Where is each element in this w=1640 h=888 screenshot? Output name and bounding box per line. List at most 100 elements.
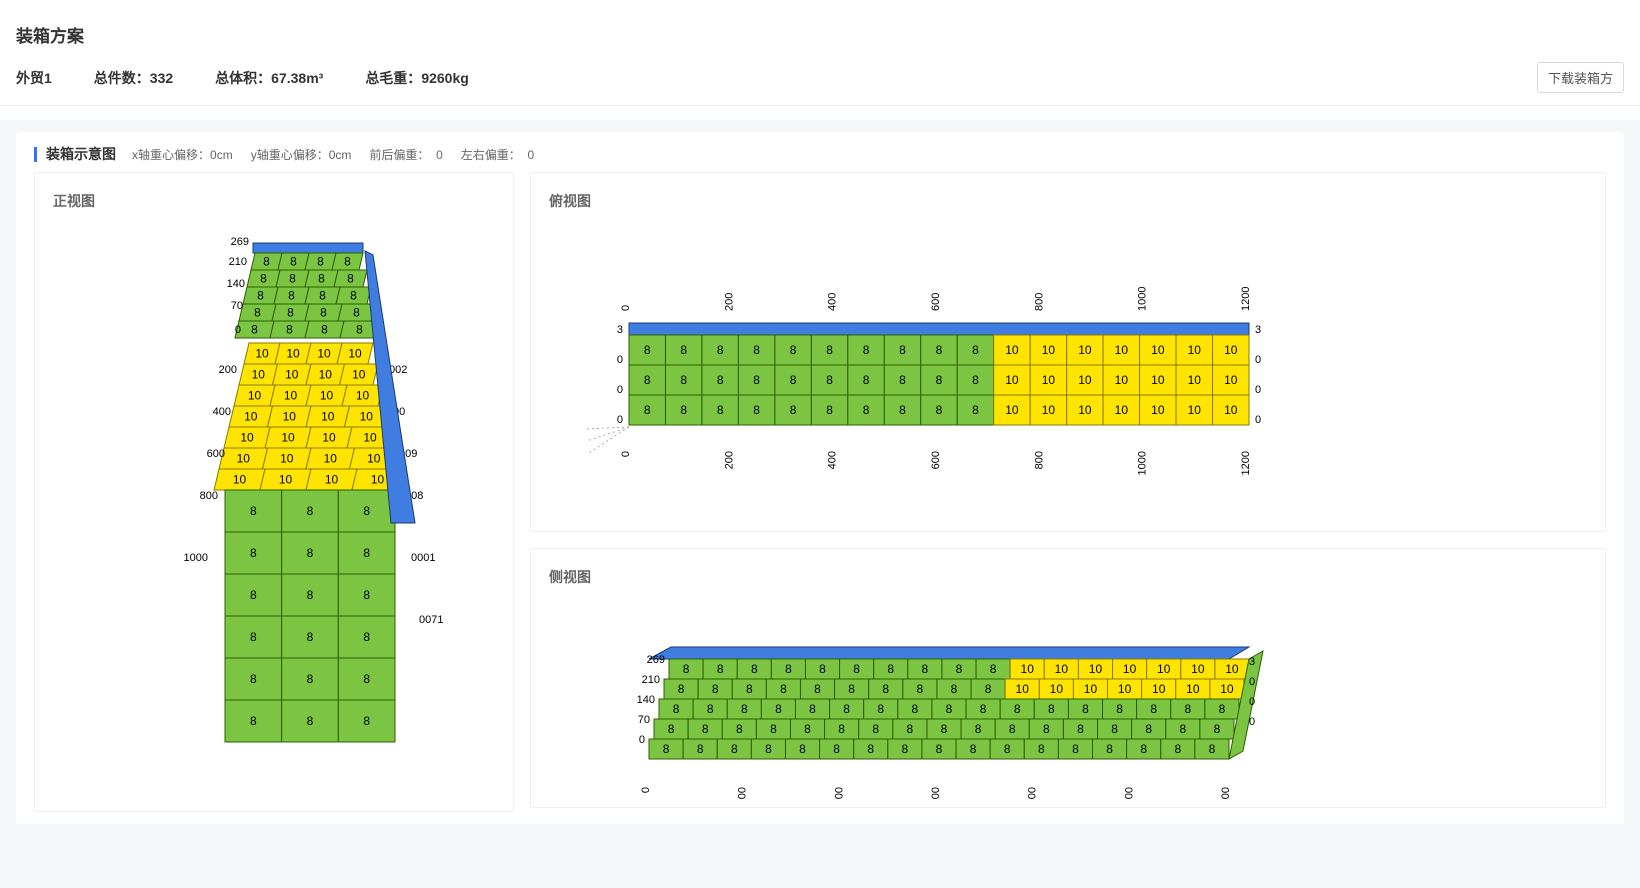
svg-text:600: 600: [930, 293, 942, 311]
svg-text:8: 8: [1179, 722, 1186, 736]
svg-text:10: 10: [1005, 403, 1019, 417]
svg-text:8: 8: [363, 588, 370, 602]
svg-text:8: 8: [1219, 702, 1226, 716]
svg-text:8: 8: [260, 272, 267, 286]
svg-text:0: 0: [235, 324, 241, 336]
svg-text:8: 8: [680, 403, 687, 417]
y-offset: y轴重心偏移：0cm: [251, 146, 352, 163]
svg-text:8: 8: [353, 306, 360, 320]
svg-text:8: 8: [1145, 722, 1152, 736]
download-button[interactable]: 下载装箱方: [1537, 62, 1624, 93]
svg-text:8: 8: [907, 722, 914, 736]
svg-text:10: 10: [1078, 343, 1092, 357]
svg-text:8: 8: [350, 289, 357, 303]
svg-text:10: 10: [280, 452, 294, 466]
svg-text:8: 8: [307, 630, 314, 644]
svg-text:70: 70: [638, 714, 650, 726]
svg-text:8: 8: [814, 682, 821, 696]
svg-text:10: 10: [1042, 403, 1056, 417]
svg-text:10: 10: [286, 347, 300, 361]
svg-text:210: 210: [229, 256, 247, 268]
svg-text:8: 8: [673, 702, 680, 716]
svg-text:8: 8: [320, 306, 327, 320]
svg-text:10: 10: [1021, 662, 1035, 676]
svg-text:8: 8: [1048, 702, 1055, 716]
svg-text:8: 8: [899, 343, 906, 357]
svg-text:8: 8: [263, 255, 270, 269]
svg-text:70: 70: [231, 300, 243, 312]
svg-text:10: 10: [1191, 662, 1205, 676]
svg-text:8: 8: [731, 742, 738, 756]
svg-text:8: 8: [985, 682, 992, 696]
svg-text:8: 8: [751, 662, 758, 676]
svg-text:10: 10: [348, 347, 362, 361]
svg-text:0: 0: [1249, 696, 1255, 708]
svg-text:8: 8: [250, 672, 257, 686]
svg-text:8: 8: [990, 662, 997, 676]
svg-text:8: 8: [826, 343, 833, 357]
svg-text:8: 8: [848, 682, 855, 696]
svg-text:0: 0: [617, 414, 623, 426]
svg-text:10: 10: [240, 431, 254, 445]
svg-text:8: 8: [843, 702, 850, 716]
svg-text:8: 8: [702, 722, 709, 736]
svg-text:1000: 1000: [1137, 287, 1149, 311]
svg-text:8: 8: [838, 722, 845, 736]
svg-text:8: 8: [790, 343, 797, 357]
svg-text:8: 8: [936, 343, 943, 357]
svg-text:10: 10: [363, 431, 377, 445]
svg-text:8: 8: [972, 403, 979, 417]
svg-text:800: 800: [1033, 451, 1045, 469]
divider: [0, 105, 1640, 106]
svg-text:8: 8: [775, 702, 782, 716]
svg-text:8: 8: [289, 272, 296, 286]
svg-text:8: 8: [809, 702, 816, 716]
svg-text:8: 8: [790, 403, 797, 417]
svg-text:400: 400: [827, 293, 839, 311]
svg-text:8: 8: [936, 373, 943, 387]
svg-text:400: 400: [833, 787, 845, 799]
svg-text:8: 8: [257, 289, 264, 303]
svg-text:8: 8: [347, 272, 354, 286]
svg-text:10: 10: [1055, 662, 1069, 676]
svg-text:10: 10: [324, 452, 338, 466]
total-pieces-label: 总件数：: [94, 70, 150, 86]
svg-text:10: 10: [320, 389, 334, 403]
svg-text:8: 8: [321, 323, 328, 337]
top-view-title: 俯视图: [549, 191, 1587, 211]
svg-text:8: 8: [951, 682, 958, 696]
svg-text:0001: 0001: [411, 552, 435, 564]
svg-text:10: 10: [322, 431, 336, 445]
svg-text:8: 8: [678, 682, 685, 696]
svg-text:8: 8: [1209, 742, 1216, 756]
svg-text:10: 10: [1115, 343, 1129, 357]
summary-bar: 外贸1 总件数：332 总体积：67.38m³ 总毛重：9260kg 下载装箱方: [0, 62, 1640, 105]
svg-text:10: 10: [325, 473, 339, 487]
svg-text:8: 8: [753, 403, 760, 417]
svg-text:8: 8: [972, 373, 979, 387]
svg-text:8: 8: [363, 546, 370, 560]
total-weight-value: 9260kg: [421, 70, 468, 86]
svg-text:8: 8: [287, 306, 294, 320]
svg-text:8: 8: [770, 722, 777, 736]
svg-text:10: 10: [1151, 343, 1165, 357]
svg-text:210: 210: [642, 674, 660, 686]
total-pieces: 总件数：332: [94, 68, 173, 88]
svg-text:800: 800: [200, 490, 218, 502]
svg-text:1000: 1000: [1123, 787, 1135, 799]
svg-text:0: 0: [1249, 716, 1255, 728]
total-weight: 总毛重：9260kg: [365, 68, 468, 88]
svg-text:0: 0: [617, 354, 623, 366]
svg-text:8: 8: [318, 272, 325, 286]
svg-text:8: 8: [941, 722, 948, 736]
svg-text:1200: 1200: [1240, 451, 1252, 475]
svg-text:8: 8: [683, 662, 690, 676]
svg-text:3: 3: [1249, 656, 1255, 668]
front-view-diagram: 88888888888888888888 1010101010101010101…: [53, 223, 493, 803]
svg-text:10: 10: [1084, 682, 1098, 696]
svg-text:10: 10: [1115, 373, 1129, 387]
svg-text:10: 10: [321, 410, 335, 424]
svg-text:8: 8: [980, 702, 987, 716]
svg-text:8: 8: [1043, 722, 1050, 736]
svg-text:8: 8: [644, 343, 651, 357]
